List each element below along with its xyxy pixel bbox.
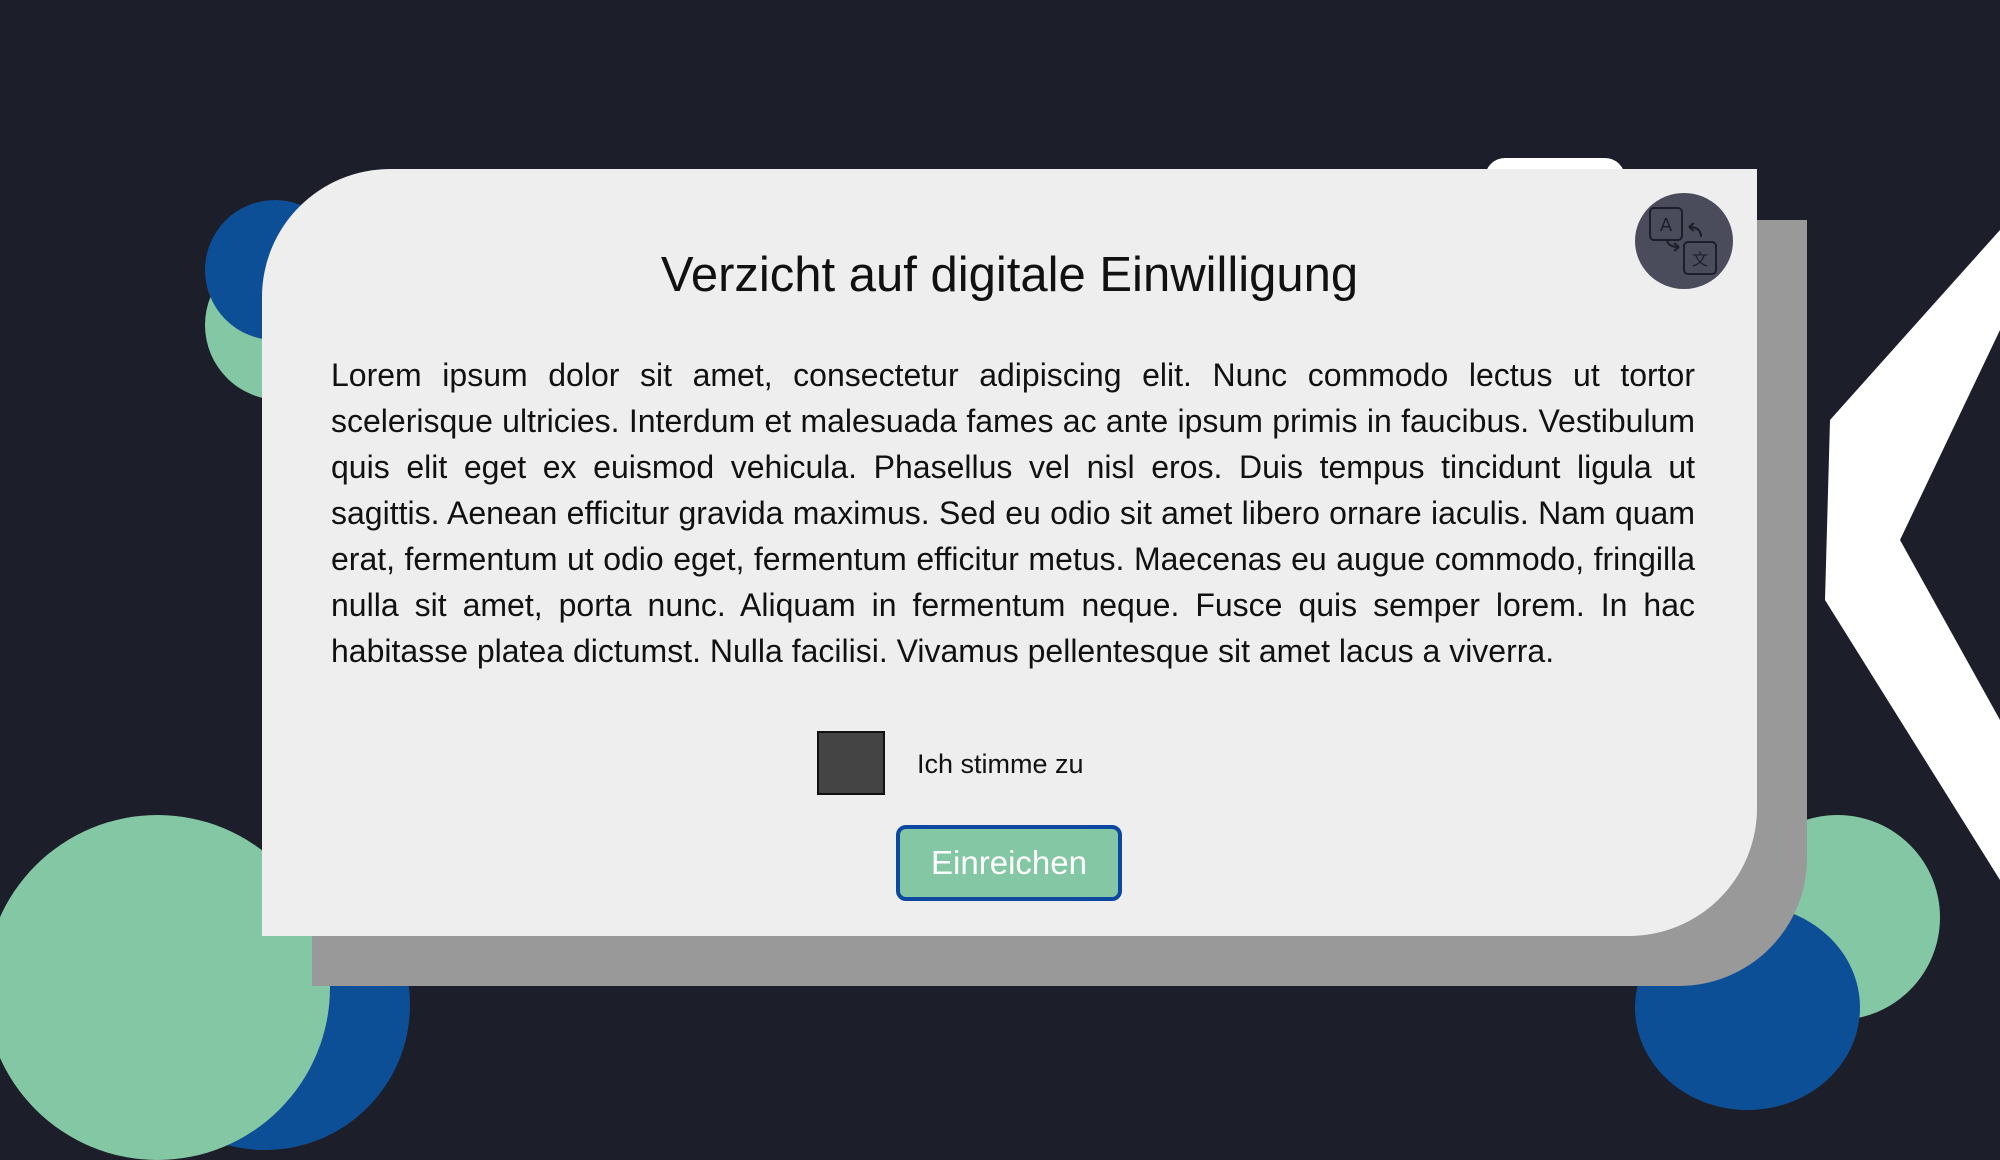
dialog-title: Verzicht auf digitale Einwilligung: [660, 248, 1359, 302]
consent-label: Ich stimme zu: [917, 749, 1084, 779]
svg-text:A: A: [1660, 215, 1673, 236]
language-button[interactable]: A 文: [1635, 193, 1733, 289]
translate-icon: A 文: [1649, 207, 1717, 275]
svg-text:文: 文: [1692, 250, 1708, 269]
submit-button[interactable]: Einreichen: [896, 825, 1122, 901]
dialog-body-text: Lorem ipsum dolor sit amet, consectetur …: [331, 357, 1695, 669]
consent-checkbox[interactable]: [817, 731, 885, 795]
